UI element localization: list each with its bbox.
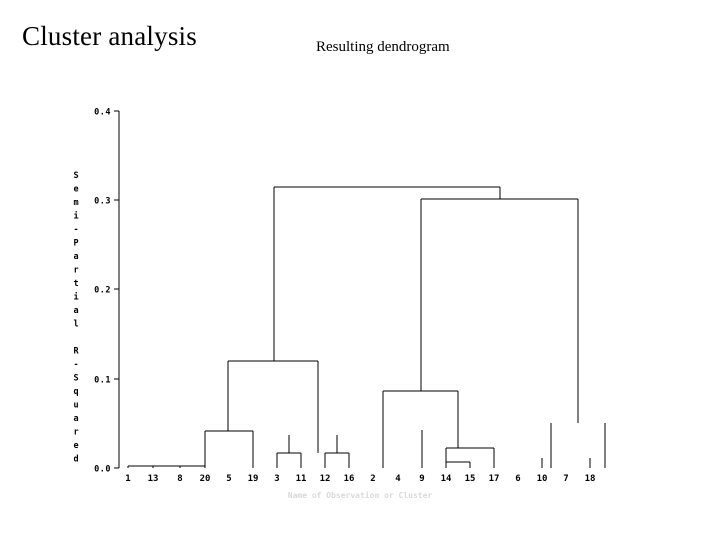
leaf-label-10: 10: [537, 474, 548, 484]
y-axis-title-char-8: t: [73, 279, 78, 289]
leaf-label-7: 7: [563, 474, 568, 484]
y-axis-title-char-15: S: [73, 374, 78, 384]
leaf-label-17: 17: [489, 474, 500, 484]
y-axis-title-char-19: r: [73, 428, 78, 438]
dendrogram-svg: 0.40.30.20.10.0 Semi-PartialR-Squared 11…: [73, 108, 606, 500]
y-axis-title-char-20: e: [73, 441, 78, 451]
leaf-label-5: 5: [226, 474, 231, 484]
leaf-label-13: 13: [148, 474, 159, 484]
y-axis-title-char-7: r: [73, 266, 78, 276]
y-axis-title-char-3: i: [73, 211, 78, 222]
leaf-label-14: 14: [441, 474, 452, 484]
leaf-label-19: 19: [248, 474, 259, 484]
leaf-label-3: 3: [274, 474, 279, 484]
leaf-labels: 1 13 8 20 5 19 3 11 12 16 2 4 9 14 15 17 6 10 7 18: [125, 474, 595, 484]
y-axis-title-char-14: -: [73, 360, 78, 370]
leaf-label-11: 11: [296, 474, 307, 484]
y-axis-title-char-13: R: [73, 347, 79, 357]
y-axis-tick-labels: 0.4 0.3 0.2 0.1 0.0: [94, 108, 111, 475]
leaf-label-8: 8: [177, 474, 182, 484]
slide-canvas: Cluster analysis Resulting dendrogram 0.…: [0, 0, 720, 540]
y-axis-title-char-4: -: [73, 225, 78, 235]
y-axis-title-char-17: u: [73, 401, 78, 411]
leaf-label-9: 9: [419, 474, 424, 484]
y-axis-title-char-18: a: [73, 414, 78, 424]
leaf-label-12: 12: [320, 474, 331, 484]
x-axis-title-text: Name of Observation or Cluster: [288, 490, 433, 500]
leaf-label-2: 2: [370, 474, 375, 484]
y-axis-title-char-21: d: [73, 455, 78, 465]
leaf-label-1: 1: [125, 474, 130, 484]
y-axis-title-char-0: S: [73, 171, 78, 181]
y-axis-title-char-5: P: [73, 239, 78, 249]
y-axis-title-char-1: e: [73, 185, 78, 195]
y-axis-title-char-9: i: [73, 292, 78, 303]
y-axis-title-char-2: m: [73, 198, 78, 208]
leaf-label-20: 20: [200, 474, 211, 484]
dendrogram-links: [127, 186, 606, 468]
leaf-label-15: 15: [465, 474, 476, 484]
leaf-label-18: 18: [585, 474, 596, 484]
y-tick-label-4: 0.0: [94, 465, 111, 475]
y-axis-title: Semi-PartialR-Squared: [73, 171, 79, 465]
y-axis-title-char-16: q: [73, 387, 78, 397]
x-axis-title: Name of Observation or Cluster: [288, 490, 433, 500]
y-tick-label-3: 0.1: [94, 376, 111, 386]
y-axis-ticks: [114, 110, 119, 469]
y-tick-label-2: 0.2: [94, 286, 111, 296]
leaf-label-16: 16: [344, 474, 355, 484]
y-axis-title-char-10: a: [73, 306, 78, 316]
y-tick-label-1: 0.3: [94, 197, 111, 207]
leaf-label-6: 6: [515, 474, 520, 484]
y-axis-title-char-6: a: [73, 252, 78, 262]
leaf-label-4: 4: [395, 474, 401, 484]
y-axis-title-char-11: l: [73, 320, 78, 330]
y-tick-label-0: 0.4: [94, 108, 111, 118]
dendrogram-plot: 0.4 0.3 0.2 0.1 0.0 Semi-PartialR-Squared 11…: [0, 0, 720, 540]
